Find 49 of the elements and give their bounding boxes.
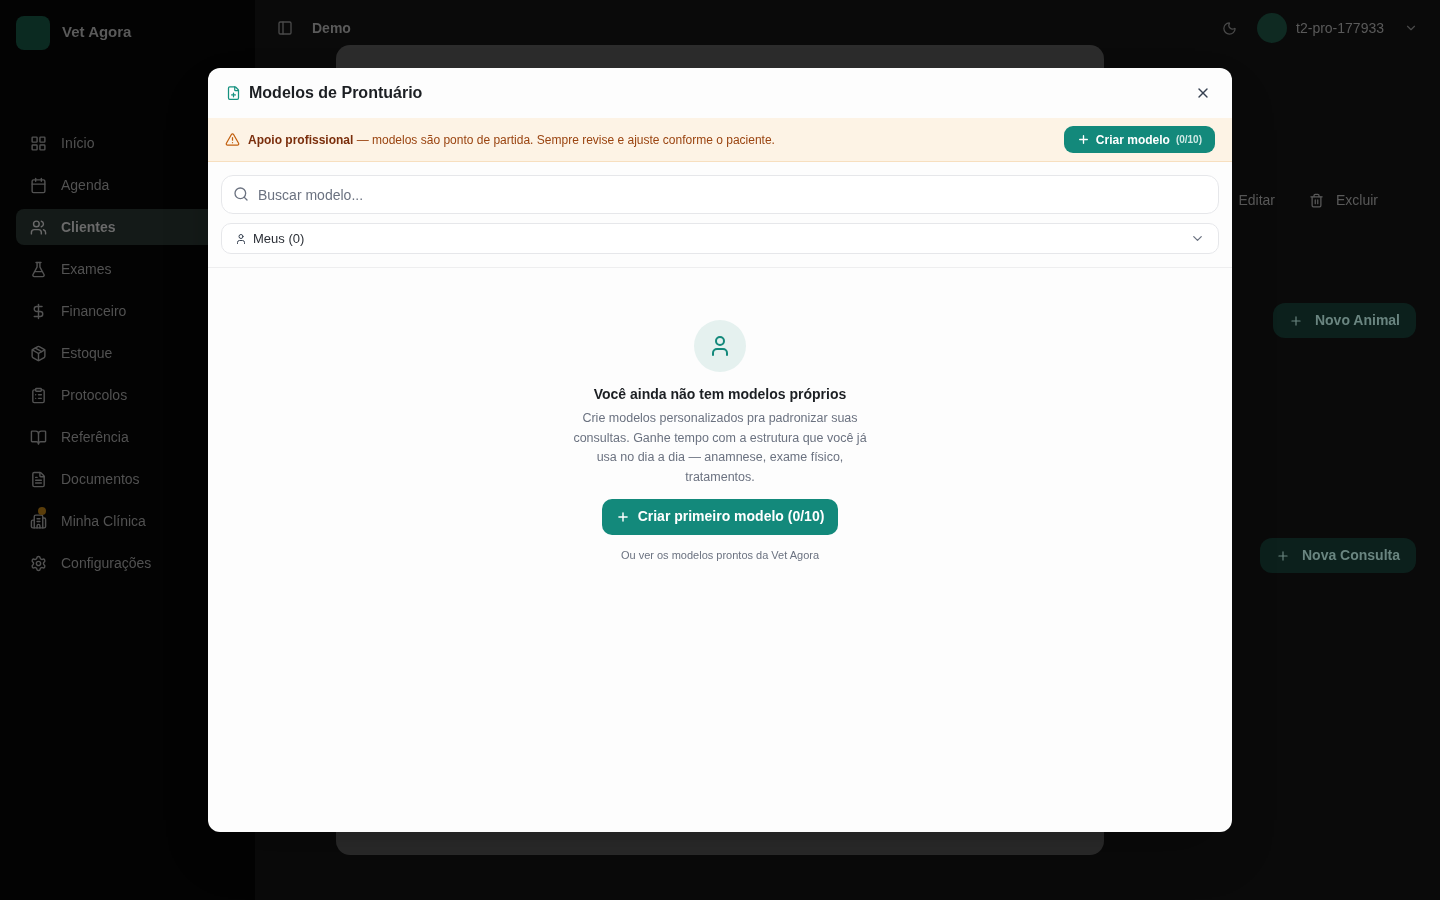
users-icon bbox=[30, 218, 47, 236]
sidebar-item[interactable]: Referência bbox=[16, 419, 239, 455]
logo-icon bbox=[16, 15, 50, 50]
calendar-icon bbox=[30, 176, 47, 194]
plus-icon bbox=[1076, 133, 1090, 146]
sidebar-item[interactable]: Configurações bbox=[16, 545, 239, 581]
package-icon bbox=[30, 344, 47, 362]
sidebar-item[interactable]: Minha Clínica bbox=[16, 503, 239, 539]
moon-icon[interactable] bbox=[1222, 20, 1238, 36]
sidebar-item[interactable]: Protocolos bbox=[16, 377, 239, 413]
plus-icon bbox=[1276, 548, 1290, 563]
new-animal-button[interactable]: Novo Animal bbox=[1272, 303, 1416, 338]
notice-text: Apoio profissional — modelos são ponto de partida. Sempre revise e ajuste conforme o paciente. bbox=[248, 131, 775, 149]
delete-button[interactable]: Excluir bbox=[1309, 189, 1378, 211]
plus-icon bbox=[1288, 313, 1303, 328]
book-icon bbox=[30, 428, 47, 446]
sidebar-item[interactable]: Financeiro bbox=[16, 293, 239, 329]
search-field[interactable]: Buscar modelo... bbox=[221, 175, 1219, 214]
warning-icon bbox=[225, 132, 240, 147]
user-icon bbox=[694, 320, 746, 372]
sidebar-toggle-icon[interactable] bbox=[277, 20, 293, 36]
sidebar-item[interactable]: Início bbox=[16, 125, 239, 161]
sidebar-item[interactable]: Estoque bbox=[16, 335, 239, 371]
new-consultation-button[interactable]: Nova Consulta bbox=[1260, 538, 1416, 573]
file-plus-icon bbox=[226, 85, 241, 101]
user-name[interactable]: t2-pro-177933 bbox=[1296, 17, 1384, 39]
empty-state-title: Você ainda não tem modelos próprios bbox=[593, 385, 847, 404]
sidebar-item[interactable]: Documentos bbox=[16, 461, 239, 497]
flask-icon bbox=[30, 260, 47, 278]
ready-templates-link[interactable]: Ou ver os modelos prontos da Vet Agora bbox=[620, 546, 820, 564]
avatar-icon[interactable] bbox=[1257, 13, 1288, 43]
dialog-title: Modelos de Prontuário bbox=[249, 83, 423, 103]
grid-icon bbox=[30, 134, 47, 152]
document-icon bbox=[30, 470, 47, 488]
building-icon bbox=[30, 512, 47, 530]
brand-name: Vet Agora bbox=[62, 22, 132, 43]
create-first-template-button[interactable]: Criar primeiro modelo (0/10) bbox=[601, 498, 839, 535]
page-title: Demo bbox=[312, 18, 351, 38]
filter-select[interactable]: Meus (0) bbox=[221, 223, 1219, 254]
user-icon bbox=[235, 232, 247, 245]
create-template-button[interactable]: Criar modelo (0/10) bbox=[1063, 126, 1215, 153]
trash-icon bbox=[1309, 192, 1324, 208]
gear-icon bbox=[30, 554, 47, 572]
sidebar-item[interactable]: Exames bbox=[16, 251, 239, 287]
search-icon bbox=[233, 186, 249, 202]
plus-icon bbox=[615, 509, 630, 524]
empty-state-description: Crie modelos personalizados pra padronizar suas consultas. Ganhe tempo com a estrutura que você já usa no dia a dia — anamnese, exame físico, tratamentos. bbox=[572, 410, 868, 487]
clipboard-icon bbox=[30, 386, 47, 404]
edit-button[interactable]: Editar bbox=[1238, 189, 1275, 211]
